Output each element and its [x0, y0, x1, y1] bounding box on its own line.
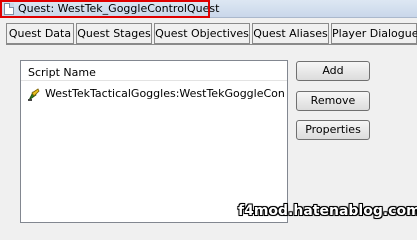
tab-quest-data[interactable]: Quest Data: [6, 23, 74, 44]
script-list[interactable]: Script Name WestTekTacticalGoggles:WestT…: [20, 60, 288, 223]
column-header-label: Script Name: [28, 66, 96, 79]
title-highlight-box: [0, 0, 210, 18]
tab-quest-objectives[interactable]: Quest Objectives: [154, 23, 250, 44]
script-name: WestTekTacticalGoggles:WestTekGoggleCon.…: [45, 87, 285, 100]
title-bar: Quest: WestTek_GoggleControlQuest: [0, 0, 417, 18]
properties-button[interactable]: Properties: [296, 120, 370, 140]
tab-panel-border: [6, 44, 417, 45]
watermark: f4mod.hatenablog.com: [238, 203, 417, 219]
column-header-script-name[interactable]: Script Name: [21, 61, 287, 81]
remove-button[interactable]: Remove: [296, 91, 370, 111]
tab-quest-aliases[interactable]: Quest Aliases: [252, 23, 329, 44]
script-icon: [28, 88, 40, 101]
add-button[interactable]: Add: [296, 61, 370, 81]
tab-player-dialogue[interactable]: Player Dialogue: [331, 23, 417, 44]
tab-quest-stages[interactable]: Quest Stages: [76, 23, 152, 44]
list-item[interactable]: WestTekTacticalGoggles:WestTekGoggleCon.…: [21, 85, 287, 105]
